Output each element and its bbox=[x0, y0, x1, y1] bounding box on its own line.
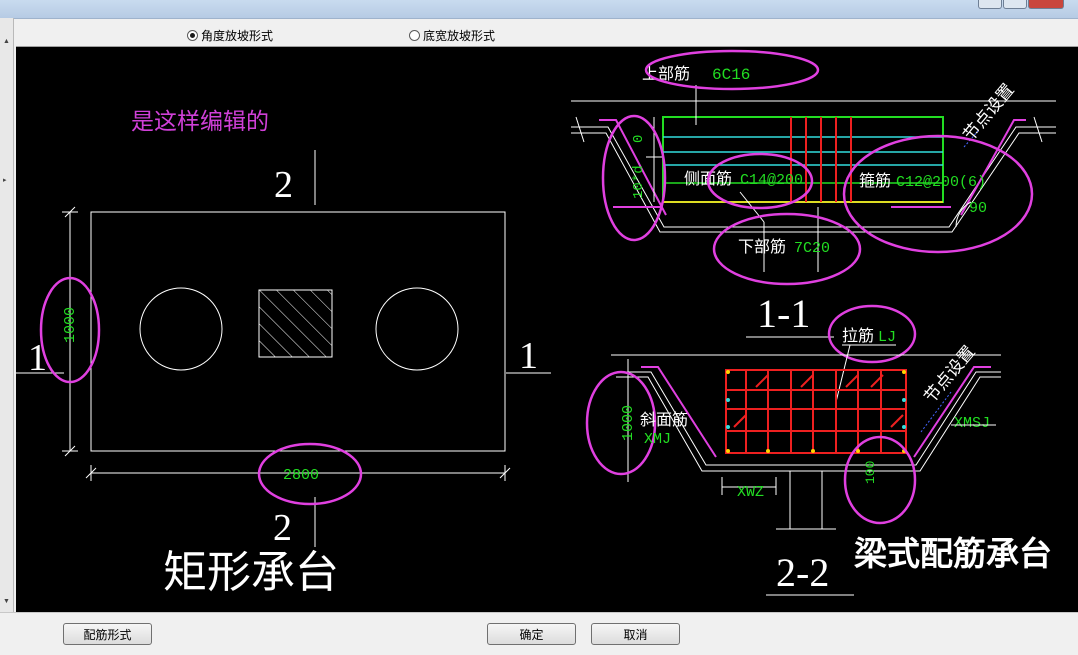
minimize-button[interactable] bbox=[978, 0, 1002, 9]
break-mark bbox=[575, 116, 585, 143]
rebar-form-button[interactable]: 配筋形式 bbox=[63, 623, 152, 645]
tie-hooks bbox=[733, 374, 904, 428]
node-setting-label-2: 节点设置 bbox=[921, 342, 980, 407]
dim-zero-text: 0 bbox=[631, 135, 647, 143]
angle-value: 90 bbox=[969, 200, 987, 217]
section-2-title: 2-2 bbox=[776, 550, 829, 595]
cad-drawing: 是这样编辑的 2 1 1 1000 2800 2 矩形承台 0 10*d 上部筋… bbox=[16, 49, 1056, 598]
dim-width-text: 2800 bbox=[283, 467, 319, 484]
dim-height-text: 1000 bbox=[62, 307, 79, 343]
rect-cap-caption: 矩形承台 bbox=[163, 547, 339, 598]
tie-value: LJ bbox=[878, 329, 896, 346]
xwz-label: XWZ bbox=[737, 484, 764, 501]
bottom-bar-value: 7C20 bbox=[794, 240, 830, 257]
break-mark bbox=[1033, 116, 1043, 143]
close-button[interactable] bbox=[1028, 0, 1064, 9]
angle-slope-radio[interactable]: 角度放坡形式 bbox=[187, 27, 273, 44]
xmsj-label: XMSJ bbox=[954, 415, 990, 432]
drawing-canvas: 是这样编辑的 2 1 1 1000 2800 2 矩形承台 0 10*d 上部筋… bbox=[16, 47, 1078, 612]
rebar-dots-cyan bbox=[726, 398, 906, 429]
node-setting-label-1: 节点设置 bbox=[960, 80, 1019, 145]
slope-form-options: 角度放坡形式 底宽放坡形式 bbox=[16, 22, 1078, 47]
rebar-cage bbox=[725, 369, 907, 454]
cancel-button[interactable]: 取消 bbox=[591, 623, 680, 645]
rebar-dots bbox=[726, 370, 906, 453]
ok-button[interactable]: 确定 bbox=[487, 623, 576, 645]
note-text: 是这样编辑的 bbox=[131, 108, 269, 134]
window-title-strip bbox=[0, 0, 1078, 19]
beam-cap-caption: 梁式配筋承台 bbox=[854, 534, 1052, 573]
width-slope-label: 底宽放坡形式 bbox=[423, 29, 496, 43]
bottom-bar-label: 下部筋 bbox=[738, 237, 786, 256]
section-mark-1-right: 1 bbox=[519, 335, 538, 377]
stirrup-label: 箍筋 bbox=[859, 171, 891, 190]
top-bar-value: 6C16 bbox=[712, 66, 750, 84]
tie-label: 拉筋 bbox=[842, 326, 874, 345]
dim-100-text: 100 bbox=[863, 461, 878, 484]
scroll-down-icon[interactable]: ▼ bbox=[3, 598, 10, 605]
dim-1000-text: 1000 bbox=[620, 405, 637, 441]
rebar-cage-grid bbox=[726, 370, 906, 453]
section-mark-2-bottom: 2 bbox=[273, 507, 292, 549]
top-bar-label: 上部筋 bbox=[642, 64, 690, 83]
button-bar: 配筋形式 确定 取消 bbox=[0, 612, 1078, 655]
cancel-button-label: 取消 bbox=[623, 627, 648, 642]
angle-slope-label: 角度放坡形式 bbox=[201, 29, 274, 43]
slope-bar-label: 斜面筋 bbox=[640, 410, 688, 429]
slope-bar-value: XMJ bbox=[644, 431, 671, 448]
dim-10d-text: 10*d bbox=[631, 165, 647, 199]
radio-checked-icon[interactable] bbox=[187, 30, 198, 41]
column-hatched bbox=[258, 289, 333, 358]
highlight-ellipse bbox=[712, 212, 862, 286]
stirrups-1-1 bbox=[790, 117, 852, 202]
left-scrollbar[interactable]: ▲ ▸ ▼ bbox=[0, 18, 14, 612]
width-slope-radio[interactable]: 底宽放坡形式 bbox=[409, 27, 495, 44]
radio-unchecked-icon[interactable] bbox=[409, 30, 420, 41]
scroll-up-icon[interactable]: ▲ bbox=[3, 38, 10, 45]
ok-button-label: 确定 bbox=[519, 627, 544, 642]
section-mark-2-top: 2 bbox=[274, 164, 293, 206]
stirrup-value: C12@200(6) bbox=[896, 174, 986, 191]
maximize-button[interactable] bbox=[1003, 0, 1027, 9]
highlight-ellipse bbox=[842, 134, 1034, 254]
pile-right bbox=[375, 287, 459, 371]
pile-section bbox=[789, 471, 823, 530]
section-1-title: 1-1 bbox=[757, 291, 810, 336]
pile-left bbox=[139, 287, 223, 371]
side-bar-value: C14@200 bbox=[740, 172, 803, 189]
rebar-form-button-label: 配筋形式 bbox=[83, 627, 132, 642]
scroll-right-icon[interactable]: ▸ bbox=[3, 176, 7, 184]
